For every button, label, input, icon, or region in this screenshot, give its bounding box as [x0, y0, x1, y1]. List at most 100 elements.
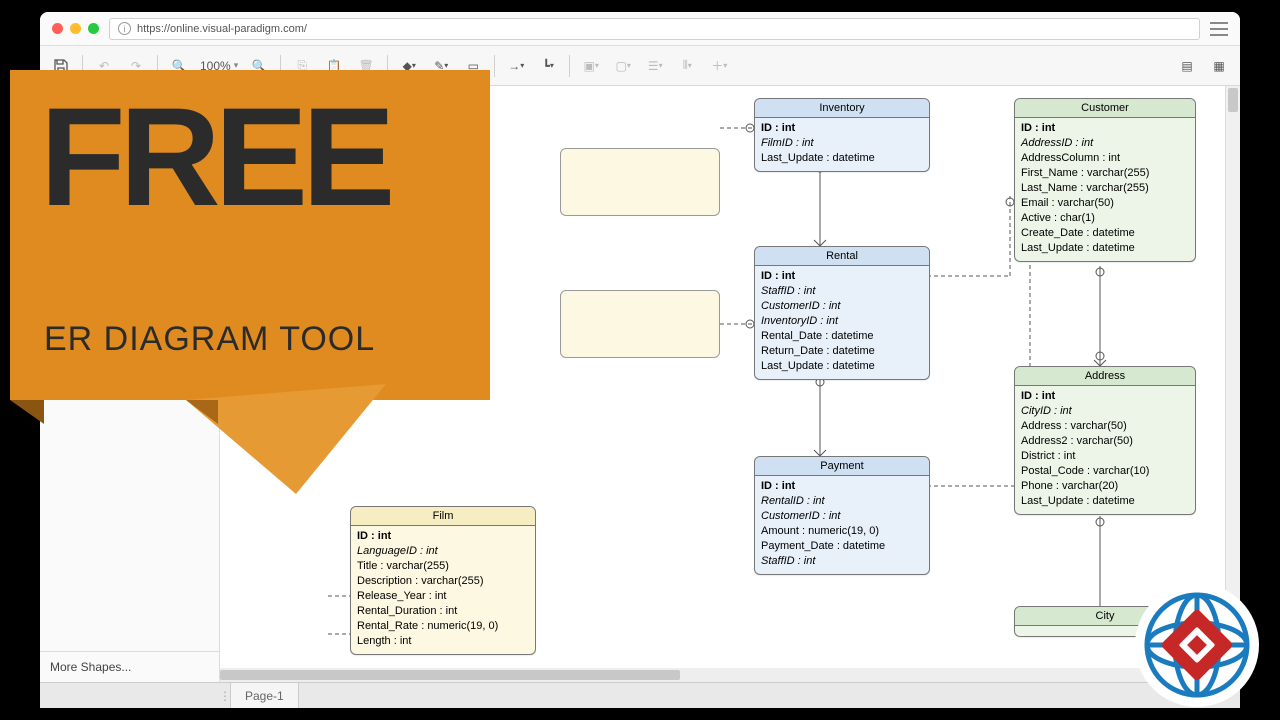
entity-title: Inventory [755, 99, 929, 118]
format-panel-button[interactable]: ▤ [1172, 52, 1202, 80]
entity-attr: CityID : int [1021, 404, 1189, 419]
zoom-out-button[interactable]: 🔍 [164, 52, 194, 80]
entity-rental[interactable]: Rental ID : intStaffID : intCustomerID :… [754, 246, 930, 380]
entity-attr: AddressID : int [1021, 136, 1189, 151]
page-tabs: ⋮ Page-1 [40, 682, 1240, 708]
add-button[interactable]: ＋▾ [704, 52, 734, 80]
entity-attr: Last_Update : datetime [761, 359, 923, 374]
entity-title: Payment [755, 457, 929, 476]
main-area: ▾ Entity Relationship More Shapes... [40, 86, 1240, 682]
entity-attr: Active : char(1) [1021, 211, 1189, 226]
save-button[interactable] [46, 52, 76, 80]
entity-attr: ID : int [1021, 121, 1189, 136]
entity-attr: Last_Update : datetime [1021, 494, 1189, 509]
connector-button[interactable]: →▾ [501, 52, 531, 80]
entity-attr: ID : int [761, 121, 923, 136]
fill-button[interactable]: ◆▾ [394, 52, 424, 80]
entity-partial-2[interactable] [560, 290, 720, 358]
entity-attr: CustomerID : int [761, 299, 923, 314]
entity-inventory[interactable]: Inventory ID : intFilmID : intLast_Updat… [754, 98, 930, 172]
entity-attr: Email : varchar(50) [1021, 196, 1189, 211]
entity-customer[interactable]: Customer ID : intAddressID : intAddressC… [1014, 98, 1196, 262]
entity-body: ID : intStaffID : intCustomerID : intInv… [755, 266, 929, 379]
entity-attr: RentalID : int [761, 494, 923, 509]
entity-partial-1[interactable] [560, 148, 720, 216]
entity-attr: Address2 : varchar(50) [1021, 434, 1189, 449]
front-button[interactable]: ▣▾ [576, 52, 606, 80]
entity-attr: Payment_Date : datetime [761, 539, 923, 554]
entity-attr: AddressColumn : int [1021, 151, 1189, 166]
zoom-level[interactable]: 100% ▾ [196, 59, 242, 73]
entity-attr: StaffID : int [761, 284, 923, 299]
toolbar: ↶ ↷ 🔍 100% ▾ 🔍 ⎘ 📋 🗑 ◆▾ ✎▾ ▭ →▾ ┗▾ ▣▾ ▢▾… [40, 46, 1240, 86]
more-shapes-button[interactable]: More Shapes... [40, 651, 219, 682]
entity-body: ID : intCityID : intAddress : varchar(50… [1015, 386, 1195, 514]
minimize-dot[interactable] [70, 23, 81, 34]
entity-attr: Last_Update : datetime [1021, 241, 1189, 256]
entity-attr: Description : varchar(255) [357, 574, 529, 589]
entity-attr: Create_Date : datetime [1021, 226, 1189, 241]
app-window: i https://online.visual-paradigm.com/ ↶ … [40, 12, 1240, 708]
entity-body: ID : intFilmID : intLast_Update : dateti… [755, 118, 929, 171]
entity-title: Film [351, 507, 535, 526]
entity-address[interactable]: Address ID : intCityID : intAddress : va… [1014, 366, 1196, 515]
maximize-dot[interactable] [88, 23, 99, 34]
category-entity-relationship[interactable]: ▾ Entity Relationship [40, 123, 219, 150]
paste-button[interactable]: 📋 [319, 52, 349, 80]
url-text: https://online.visual-paradigm.com/ [137, 23, 307, 35]
shape-entity-yellow[interactable] [40, 150, 219, 174]
back-button[interactable]: ▢▾ [608, 52, 638, 80]
entity-attr: ID : int [1021, 389, 1189, 404]
vp-logo-icon [1132, 580, 1262, 710]
entity-attr: Rental_Duration : int [357, 604, 529, 619]
shape-entity-green[interactable] [40, 174, 219, 198]
entity-attr: Release_Year : int [357, 589, 529, 604]
zoom-in-button[interactable]: 🔍 [244, 52, 274, 80]
delete-button[interactable]: 🗑 [351, 52, 381, 80]
copy-button[interactable]: ⎘ [287, 52, 317, 80]
undo-button[interactable]: ↶ [89, 52, 119, 80]
entity-attr: LanguageID : int [357, 544, 529, 559]
entity-body: ID : intAddressID : intAddressColumn : i… [1015, 118, 1195, 261]
outline-panel-button[interactable]: ▦ [1204, 52, 1234, 80]
entity-payment[interactable]: Payment ID : intRentalID : intCustomerID… [754, 456, 930, 575]
site-info-icon[interactable]: i [118, 22, 131, 35]
align-button[interactable]: ☰▾ [640, 52, 670, 80]
search-input[interactable] [46, 92, 213, 116]
redo-button[interactable]: ↷ [121, 52, 151, 80]
entity-attr: StaffID : int [761, 554, 923, 569]
entity-attr: Length : int [357, 634, 529, 649]
entity-attr: Return_Date : datetime [761, 344, 923, 359]
sidebar: ▾ Entity Relationship More Shapes... [40, 86, 220, 682]
entity-attr: Rental_Date : datetime [761, 329, 923, 344]
entity-film[interactable]: Film ID : intLanguageID : intTitle : var… [350, 506, 536, 655]
entity-attr: ID : int [761, 269, 923, 284]
entity-attr: Rental_Rate : numeric(19, 0) [357, 619, 529, 634]
entity-attr: Postal_Code : varchar(10) [1021, 464, 1189, 479]
entity-attr: Last_Name : varchar(255) [1021, 181, 1189, 196]
entity-body: ID : intRentalID : intCustomerID : intAm… [755, 476, 929, 574]
entity-attr: InventoryID : int [761, 314, 923, 329]
hamburger-icon[interactable] [1210, 22, 1228, 36]
entity-attr: First_Name : varchar(255) [1021, 166, 1189, 181]
horizontal-scrollbar[interactable] [220, 668, 1225, 682]
distribute-button[interactable]: ⫴▾ [672, 52, 702, 80]
browser-bar: i https://online.visual-paradigm.com/ [40, 12, 1240, 46]
entity-attr: Address : varchar(50) [1021, 419, 1189, 434]
url-bar[interactable]: i https://online.visual-paradigm.com/ [109, 18, 1200, 40]
entity-attr: CustomerID : int [761, 509, 923, 524]
diagram-canvas[interactable]: Inventory ID : intFilmID : intLast_Updat… [220, 86, 1240, 682]
entity-title: Customer [1015, 99, 1195, 118]
entity-attr: ID : int [761, 479, 923, 494]
page-tab-1[interactable]: Page-1 [230, 683, 299, 708]
stroke-button[interactable]: ✎▾ [426, 52, 456, 80]
entity-attr: District : int [1021, 449, 1189, 464]
close-dot[interactable] [52, 23, 63, 34]
shadow-button[interactable]: ▭ [458, 52, 488, 80]
entity-title: Address [1015, 367, 1195, 386]
entity-body: ID : intLanguageID : intTitle : varchar(… [351, 526, 535, 654]
entity-attr: FilmID : int [761, 136, 923, 151]
waypoint-button[interactable]: ┗▾ [533, 52, 563, 80]
entity-attr: ID : int [357, 529, 529, 544]
entity-title: Rental [755, 247, 929, 266]
